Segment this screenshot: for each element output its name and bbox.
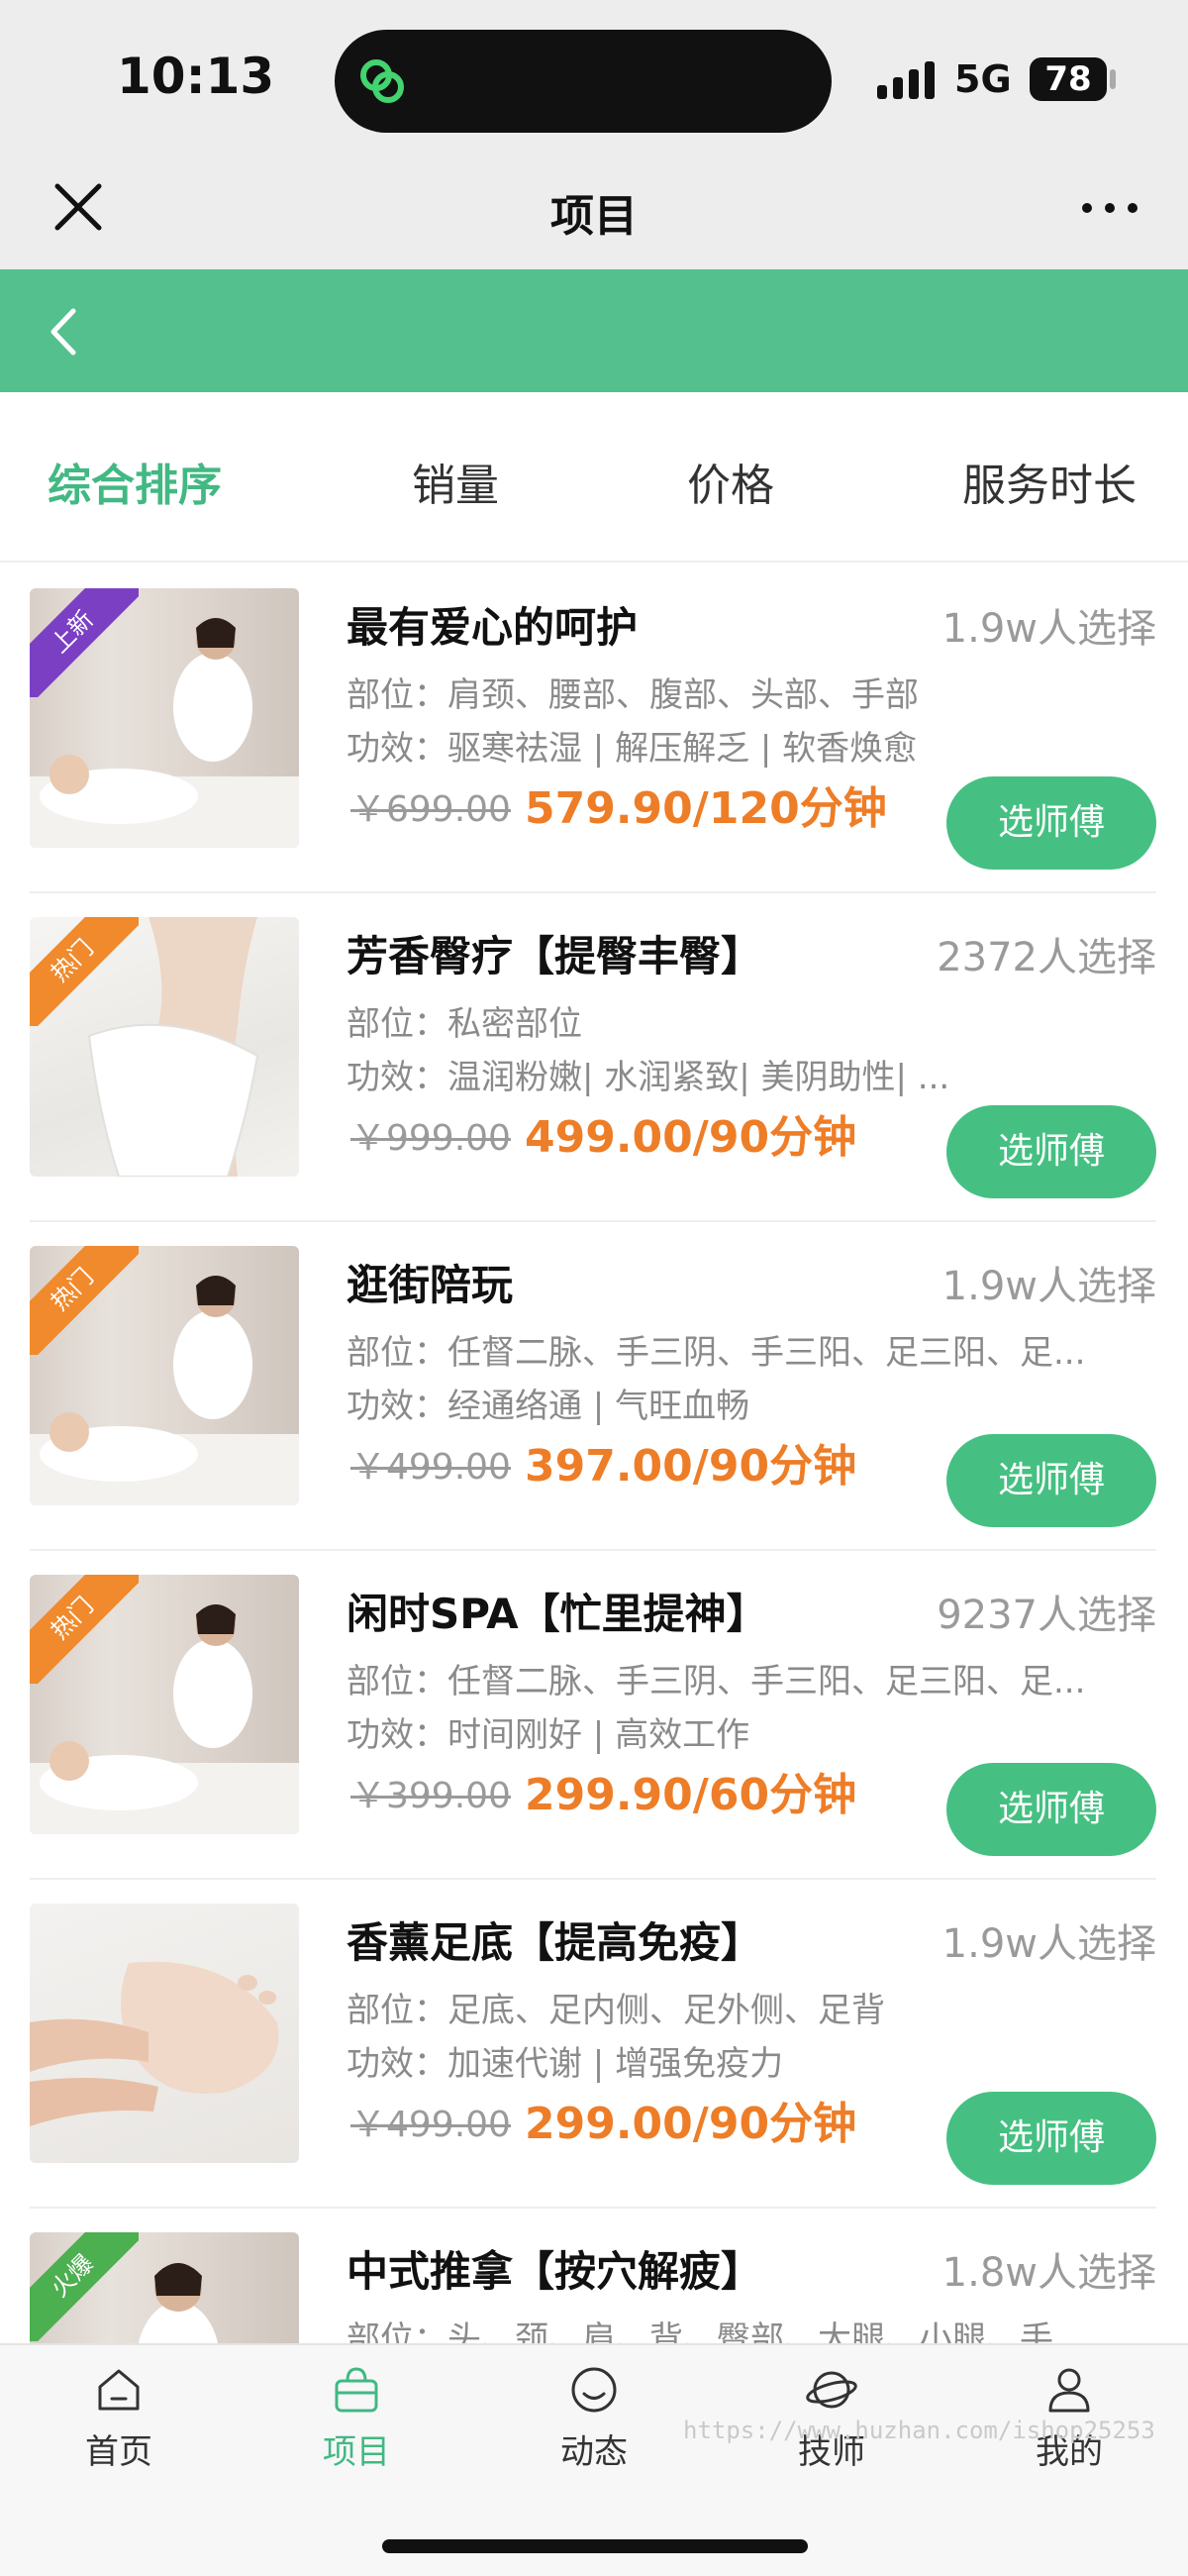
sort-tab-price[interactable]: 价格	[687, 450, 774, 513]
item-price: 499.00/90分钟	[525, 1112, 857, 1163]
item-effect: 功效：驱寒祛湿 | 解压解乏 | 软香焕愈	[346, 729, 918, 769]
item-badge: 热门	[30, 1246, 139, 1355]
sort-tab-duration[interactable]: 服务时长	[962, 450, 1137, 513]
signal-icon	[877, 61, 935, 99]
item-effect: 功效：时间刚好 | 高效工作	[346, 1715, 750, 1755]
item-original-price: ￥999.00	[350, 1118, 511, 1159]
item-thumbnail: 热门	[30, 1246, 299, 1505]
sort-tab-comprehensive[interactable]: 综合排序	[48, 450, 222, 513]
bottom-tab-bar: 首页 项目 动态 技师 我的 https://www.huzhan.com/is…	[0, 2343, 1188, 2576]
choose-therapist-button[interactable]: 选师傅	[946, 1763, 1156, 1856]
item-original-price: ￥699.00	[350, 789, 511, 830]
list-item[interactable]: 热门 芳香臀疗【提臀丰臀】 2372人选择 部位：私密部位 功效：温润粉嫩| 水…	[0, 893, 1188, 1222]
status-bar: 10:13 5G 78	[0, 0, 1188, 149]
item-select-count: 9237人选择	[937, 1593, 1156, 1638]
item-select-count: 1.9w人选择	[941, 606, 1156, 652]
tab-label: 项目	[323, 2432, 390, 2472]
tab-projects[interactable]: 项目	[267, 2363, 446, 2473]
sort-tabs: 综合排序 销量 价格 服务时长	[0, 392, 1188, 563]
item-title: 中式推拿【按穴解疲】	[346, 2247, 763, 2296]
item-thumbnail: 热门	[30, 1575, 299, 1834]
choose-therapist-button[interactable]: 选师傅	[946, 2092, 1156, 2185]
smile-icon	[571, 2367, 617, 2413]
item-title: 芳香臀疗【提臀丰臀】	[346, 932, 763, 980]
item-select-count: 1.9w人选择	[941, 1921, 1156, 1967]
list-item[interactable]: 香薰足底【提高免疫】 1.9w人选择 部位：足底、足内侧、足外侧、足背 功效：加…	[0, 1880, 1188, 2209]
item-title: 最有爱心的呵护	[346, 603, 639, 652]
item-effect: 功效：经通络通 | 气旺血畅	[346, 1387, 750, 1426]
item-price: 397.00/90分钟	[525, 1441, 857, 1492]
project-list: 上新 最有爱心的呵护 1.9w人选择 部位：肩颈、腰部、腹部、头部、手部 功效：…	[0, 565, 1188, 2343]
item-badge: 火爆	[30, 2232, 139, 2341]
item-body-part: 部位：任督二脉、手三阴、手三阳、足三阳、足...	[346, 1333, 1086, 1373]
tab-label: 动态	[560, 2432, 628, 2472]
item-original-price: ￥399.00	[350, 1776, 511, 1816]
item-thumbnail	[30, 1904, 299, 2163]
watermark-text: https://www.huzhan.com/ishop25253	[683, 2417, 1155, 2444]
green-nav-bar	[0, 269, 1188, 392]
item-title: 逛街陪玩	[346, 1261, 514, 1309]
item-effect: 功效：加速代谢 | 增强免疫力	[346, 2044, 784, 2084]
list-item[interactable]: 火爆 中式推拿【按穴解疲】 1.8w人选择 部位：头、颈、肩、背、臀部、大腿、小…	[0, 2209, 1188, 2343]
item-body-part: 部位：足底、足内侧、足外侧、足背	[346, 1991, 885, 2030]
dynamic-island	[335, 30, 832, 133]
planet-icon	[806, 2371, 857, 2409]
home-indicator[interactable]	[382, 2539, 808, 2553]
item-price: 579.90/120分钟	[525, 783, 887, 834]
item-body-part: 部位：头、颈、肩、背、臀部、大腿、小腿、手	[346, 2319, 1053, 2343]
item-badge: 热门	[30, 1575, 139, 1684]
item-select-count: 1.8w人选择	[941, 2250, 1156, 2296]
more-icon[interactable]	[1077, 178, 1142, 238]
sort-tab-sales[interactable]: 销量	[412, 450, 499, 513]
wechat-link-icon	[360, 59, 404, 103]
item-select-count: 2372人选择	[937, 935, 1156, 980]
foot-massage-photo	[30, 1961, 279, 2126]
item-effect: 功效：温润粉嫩| 水润紧致| 美阴助性| ...	[346, 1058, 950, 1097]
choose-therapist-button[interactable]: 选师傅	[946, 1434, 1156, 1527]
back-chevron-icon[interactable]	[44, 297, 87, 366]
item-title: 香薰足底【提高免疫】	[346, 1918, 763, 1967]
bag-icon	[335, 2367, 378, 2413]
item-body-part: 部位：肩颈、腰部、腹部、头部、手部	[346, 675, 919, 715]
item-badge: 热门	[30, 917, 139, 1026]
battery-cap	[1110, 69, 1116, 89]
item-body-part: 部位：任督二脉、手三阴、手三阳、足三阳、足...	[346, 1662, 1086, 1701]
list-item[interactable]: 上新 最有爱心的呵护 1.9w人选择 部位：肩颈、腰部、腹部、头部、手部 功效：…	[0, 565, 1188, 893]
battery-level: 78	[1044, 59, 1092, 99]
item-body-part: 部位：私密部位	[346, 1004, 582, 1044]
network-type: 5G	[954, 57, 1012, 101]
tab-label: 首页	[85, 2432, 152, 2472]
choose-therapist-button[interactable]: 选师傅	[946, 776, 1156, 870]
list-item[interactable]: 热门 逛街陪玩 1.9w人选择 部位：任督二脉、手三阴、手三阳、足三阳、足...…	[0, 1222, 1188, 1551]
item-original-price: ￥499.00	[350, 2105, 511, 2145]
page-title: 项目	[550, 191, 638, 242]
status-time: 10:13	[117, 48, 275, 105]
choose-therapist-button[interactable]: 选师傅	[946, 1105, 1156, 1198]
item-title: 闲时SPA【忙里提神】	[346, 1590, 768, 1638]
item-select-count: 1.9w人选择	[941, 1264, 1156, 1309]
item-original-price: ￥499.00	[350, 1447, 511, 1488]
item-price: 299.90/60分钟	[525, 1770, 857, 1820]
list-item[interactable]: 热门 闲时SPA【忙里提神】 9237人选择 部位：任督二脉、手三阴、手三阳、足…	[0, 1551, 1188, 1880]
user-icon	[1048, 2368, 1090, 2413]
battery-icon: 78	[1030, 57, 1107, 101]
home-icon	[98, 2369, 140, 2411]
item-thumbnail: 火爆	[30, 2232, 299, 2343]
tab-moments[interactable]: 动态	[505, 2363, 683, 2473]
item-badge: 上新	[30, 588, 139, 697]
item-thumbnail: 热门	[30, 917, 299, 1177]
item-price: 299.00/90分钟	[525, 2099, 857, 2149]
tab-home[interactable]: 首页	[30, 2363, 208, 2473]
mini-program-title-bar: 项目	[0, 149, 1188, 269]
item-thumbnail: 上新	[30, 588, 299, 848]
